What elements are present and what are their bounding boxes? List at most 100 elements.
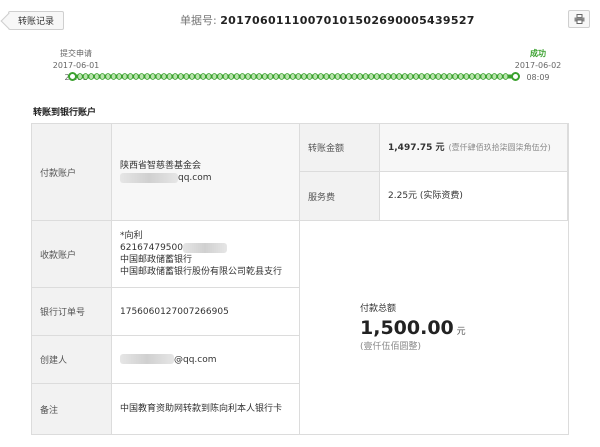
progress-bead [418,73,425,80]
progress-bead [284,73,290,80]
progress-bead [435,73,442,80]
progress-end-node [511,72,520,81]
transfer-amount-header: 转账金额 [300,124,380,172]
payee-account-header: 收款账户 [32,221,112,288]
progress-start-node [68,72,77,81]
creator-value: @qq.com [112,336,300,384]
transfer-details-table: 付款账户 陕西省智慈善基金会 qq.com 转账金额 1,497.75 元 (壹… [31,123,569,435]
progress-bead [155,73,162,80]
progress-bead [329,73,335,80]
order-number-value: 20170601110070101502690005439527 [220,14,475,27]
progress-bead [323,73,330,80]
payee-name: *向利 [120,231,143,241]
payee-account-label: 收款账户 [40,250,77,261]
progress-bead [318,73,324,80]
progress-bead [110,73,117,80]
back-button-label: 转账记录 [17,17,54,27]
transfer-amount: 1,497.75 元 [388,142,445,153]
progress-bead [374,73,380,80]
progress-bead [357,73,363,80]
transfer-amount-value: 1,497.75 元 (壹仟肆佰玖拾柒圆柒角伍分) [380,124,568,172]
progress-bead [385,73,391,80]
progress-bead [200,73,206,80]
progress-bead [245,73,251,80]
masked-text [120,172,178,183]
progress-bead [239,73,246,80]
order-number-label: 单据号: [180,14,217,27]
creator-header: 创建人 [32,336,112,384]
progress-bead [480,73,486,80]
masked-text [120,354,174,364]
payee-card: 62167479500 [120,242,299,254]
progress-bead [368,73,374,80]
progress-bead [94,73,100,80]
progress-bead [172,73,178,80]
step-success-label: 成功 [530,49,546,58]
total-payment-panel: 付款总额 1,500.00 元 (壹仟伍佰圆整) [300,221,568,434]
progress-bead [77,73,83,80]
progress-bead [301,73,307,80]
progress-bead [133,73,139,80]
progress-bead [396,73,402,80]
progress-bead [312,73,318,80]
progress-bead [161,73,167,80]
progress-bead [497,73,503,80]
progress-bead [463,73,470,80]
remark-header: 备注 [32,384,112,434]
progress-bead [178,73,184,80]
progress-bead [206,73,212,80]
progress-bead [88,73,94,80]
creator-label: 创建人 [40,356,68,366]
payer-email: qq.com [120,172,299,184]
progress-bead [217,73,223,80]
creator-email: @qq.com [120,354,299,366]
progress-bead [424,73,430,80]
progress-bead [166,73,173,80]
progress-bead [474,73,481,80]
progress-bead [502,73,509,80]
progress-bead [211,73,218,80]
progress-bead [234,73,240,80]
creator-email-suffix: @qq.com [174,354,217,365]
progress-bead [150,73,156,80]
section-title: 转账到银行账户 [33,108,97,118]
total-payment-words: (壹仟伍佰圆整) [360,341,422,352]
payer-email-suffix: qq.com [178,173,212,183]
progress-bead [351,73,358,80]
progress-bead [290,73,296,80]
progress-bead [452,73,458,80]
back-to-transfer-records-button[interactable]: 转账记录 [8,11,64,30]
service-fee-header: 服务费 [300,172,380,221]
progress-bead [407,73,414,80]
service-fee: 2.25元 (实际资费) [388,191,463,201]
progress-bead [262,73,268,80]
progress-bead [278,73,285,80]
progress-bead [144,73,150,80]
print-button[interactable] [568,10,590,28]
payer-account-header: 付款账户 [32,124,112,221]
progress-bead [379,73,386,80]
progress-bead [138,73,145,80]
progress-bead [99,73,106,80]
progress-bead [430,73,436,80]
bank-order-number: 1756060127007266905 [120,306,229,317]
printer-icon [574,14,584,24]
payee-card-prefix: 62167479500 [120,243,183,253]
progress-track [68,72,520,81]
progress-bead [189,73,195,80]
progress-bead [116,73,122,80]
progress-bead [267,73,274,80]
transfer-amount-label: 转账金额 [308,144,345,154]
progress-bead [441,73,447,80]
progress-bead [491,73,498,80]
remark-text: 中国教育资助网转款到陈向利本人银行卡 [120,404,283,414]
service-fee-label: 服务费 [308,192,336,203]
progress-bead [486,73,492,80]
progress-bead [334,73,341,80]
progress-bead [256,73,262,80]
total-payment-label: 付款总额 [360,303,397,314]
progress-bead [273,73,279,80]
progress-bead [105,73,111,80]
progress-bead [306,73,313,80]
progress-bead [446,73,453,80]
